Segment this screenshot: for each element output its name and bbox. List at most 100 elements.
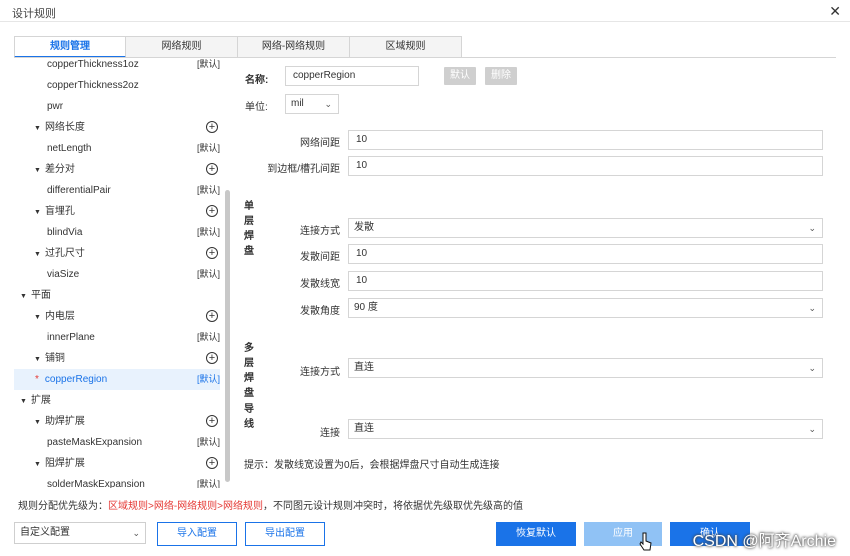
tab-net-net-rules[interactable]: 网络-网络规则 [238, 36, 350, 58]
tree-group-item[interactable]: ▼ 盲埋孔 + [14, 201, 220, 222]
unit-select[interactable]: mil ⌄ [285, 94, 339, 114]
tree-group-item[interactable]: ▼ 网络长度 + [14, 117, 220, 138]
tree-group-item[interactable]: ▼ 差分对 + [14, 159, 220, 180]
add-rule-icon[interactable]: + [206, 415, 218, 427]
add-rule-icon[interactable]: + [206, 352, 218, 364]
tree-group-item[interactable]: ▼ 内电层 + [14, 306, 220, 327]
add-rule-icon[interactable]: + [206, 205, 218, 217]
tree-item-text: differentialPair [47, 185, 111, 196]
caret-down-icon[interactable]: ▼ [34, 314, 41, 321]
modified-marker-icon: * [35, 374, 39, 385]
add-rule-icon[interactable]: + [206, 310, 218, 322]
tree-leaf-item[interactable]: copperThickness2oz [14, 75, 220, 96]
tree-root-item[interactable]: ▼ 平面 [14, 285, 220, 306]
tree-leaf-item[interactable]: differentialPair [默认] [14, 180, 220, 201]
tab-region-rules[interactable]: 区域规则 [350, 36, 462, 58]
default-tag: [默认] [196, 59, 220, 69]
add-rule-icon[interactable]: + [206, 247, 218, 259]
wire-connect-select[interactable]: 直连 ⌄ [348, 419, 823, 439]
tree-item-text: 助焊扩展 [44, 416, 85, 427]
default-button[interactable]: 默认 [444, 67, 476, 85]
spoke-spacing-input[interactable]: 10 [348, 244, 823, 264]
multi-connect-label: 连接方式 [300, 367, 340, 378]
tree-item-text: copperRegion [44, 374, 108, 385]
reset-default-button[interactable]: 恢复默认 [496, 522, 576, 546]
spoke-width-input[interactable]: 10 [348, 271, 823, 291]
caret-down-icon[interactable]: ▼ [34, 251, 41, 258]
tree-leaf-item[interactable]: netLength [默认] [14, 138, 220, 159]
caret-down-icon[interactable]: ▼ [20, 293, 27, 300]
tree-leaf-item[interactable]: viaSize [默认] [14, 264, 220, 285]
caret-down-icon[interactable]: ▼ [34, 209, 41, 216]
tree-item-label: pwr [47, 96, 63, 117]
net-spacing-input[interactable]: 10 [348, 130, 823, 150]
tree-item-text: viaSize [47, 269, 80, 280]
tree-leaf-item[interactable]: copperThickness1oz [默认] [14, 58, 220, 75]
tree-leaf-item[interactable]: blindVia [默认] [14, 222, 220, 243]
tree-item-label: viaSize [47, 264, 79, 285]
name-input[interactable]: copperRegion [285, 66, 419, 86]
connect-mode-select[interactable]: 发散 ⌄ [348, 218, 823, 238]
tree-item-text: copperThickness2oz [47, 80, 139, 91]
tree-item-text: netLength [47, 143, 92, 154]
tree-item-label: ▼ 内电层 [34, 306, 75, 328]
caret-down-icon[interactable]: ▼ [20, 398, 27, 405]
caret-down-icon[interactable]: ▼ [34, 125, 41, 132]
caret-down-icon[interactable]: ▼ [34, 419, 41, 426]
tree-leaf-item[interactable]: pasteMaskExpansion [默认] [14, 432, 220, 453]
tree-item-label: blindVia [47, 222, 82, 243]
config-select-value: 自定义配置 [20, 527, 70, 538]
tree-item-label: pasteMaskExpansion [47, 432, 142, 453]
tree-leaf-item[interactable]: pwr [14, 96, 220, 117]
tree-group-item[interactable]: ▼ 阻焊扩展 + [14, 453, 220, 474]
tree-item-text: 铺铜 [44, 353, 65, 364]
caret-down-icon[interactable]: ▼ [34, 167, 41, 174]
connect-mode-value: 发散 [354, 222, 374, 233]
caret-down-icon[interactable]: ▼ [34, 461, 41, 468]
close-icon[interactable]: ✕ [829, 3, 841, 20]
add-rule-icon[interactable]: + [206, 163, 218, 175]
tree-scrollbar[interactable] [225, 190, 230, 482]
spoke-angle-select[interactable]: 90 度 ⌄ [348, 298, 823, 318]
tree-leaf-item[interactable]: * copperRegion [默认] [14, 369, 220, 390]
add-rule-icon[interactable]: + [206, 121, 218, 133]
hint-text: 提示：发散线宽设置为0后，会根据焊盘尺寸自动生成连接 [244, 460, 500, 471]
tree-item-label: innerPlane [47, 327, 95, 348]
tree-leaf-item[interactable]: solderMaskExpansion [默认] [14, 474, 220, 488]
rule-tabs: 规则管理 网络规则 网络-网络规则 区域规则 [14, 36, 462, 58]
default-tag: [默认] [196, 332, 220, 342]
window-title: 设计规则 [12, 8, 56, 20]
tab-net-rules[interactable]: 网络规则 [126, 36, 238, 58]
chevron-down-icon: ⌄ [808, 223, 816, 233]
tree-item-label: netLength [47, 138, 92, 159]
connect-mode-label: 连接方式 [300, 226, 340, 237]
mouse-cursor-icon [639, 532, 652, 551]
tree-item-text: 差分对 [44, 164, 75, 175]
wire-connect-label: 连接 [320, 428, 340, 439]
unit-select-value: mil [291, 98, 304, 109]
tree-item-label: * copperRegion [35, 369, 107, 390]
tree-leaf-item[interactable]: innerPlane [默认] [14, 327, 220, 348]
tree-group-item[interactable]: ▼ 助焊扩展 + [14, 411, 220, 432]
tree-item-label: ▼ 阻焊扩展 [34, 453, 85, 475]
tree-item-text: pwr [47, 101, 64, 112]
tree-item-label: ▼ 网络长度 [34, 117, 85, 139]
delete-button[interactable]: 删除 [485, 67, 517, 85]
export-config-button[interactable]: 导出配置 [245, 522, 325, 546]
config-select[interactable]: 自定义配置 ⌄ [14, 522, 146, 544]
window-titlebar: 设计规则 ✕ [0, 0, 850, 22]
tree-group-item[interactable]: ▼ 过孔尺寸 + [14, 243, 220, 264]
tree-root-item[interactable]: ▼ 扩展 [14, 390, 220, 411]
multi-connect-select[interactable]: 直连 ⌄ [348, 358, 823, 378]
wire-connect-value: 直连 [354, 423, 374, 434]
caret-down-icon[interactable]: ▼ [34, 356, 41, 363]
tab-rule-management[interactable]: 规则管理 [14, 36, 126, 58]
tree-item-text: 扩展 [30, 395, 51, 406]
edge-spacing-input[interactable]: 10 [348, 156, 823, 176]
add-rule-icon[interactable]: + [206, 457, 218, 469]
tree-group-item[interactable]: ▼ 铺铜 + [14, 348, 220, 369]
net-spacing-label: 网络间距 [300, 138, 340, 149]
import-config-button[interactable]: 导入配置 [157, 522, 237, 546]
chevron-down-icon: ⌄ [324, 99, 332, 109]
chevron-down-icon: ⌄ [808, 303, 816, 313]
